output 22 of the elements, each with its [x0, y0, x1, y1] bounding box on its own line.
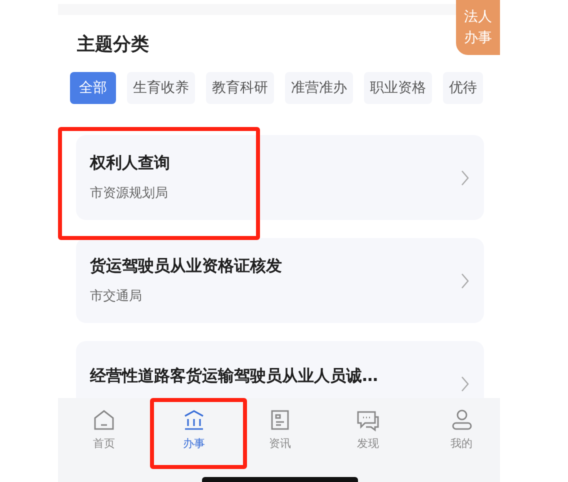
service-title: 经营性道路客货运输驾驶员从业人员诚… [90, 366, 379, 387]
section-title: 主题分类 [77, 33, 149, 57]
category-chip[interactable]: 准营准办 [285, 72, 353, 104]
service-title: 货运驾驶员从业资格证核发 [90, 256, 283, 277]
tab[interactable]: 办事 [150, 398, 247, 474]
user-icon [450, 408, 474, 432]
category-chip[interactable]: 优待 [443, 72, 483, 104]
service-card[interactable]: 经营性道路客货运输驾驶员从业人员诚… [76, 341, 484, 398]
service-card[interactable]: 货运驾驶员从业资格证核发 市交通局 [76, 238, 484, 323]
category-chip[interactable]: 教育科研 [206, 72, 274, 104]
home-icon [92, 408, 116, 432]
category-chip[interactable]: 全部 [70, 72, 116, 104]
service-title: 权利人查询 [90, 153, 171, 174]
chevron-icon [460, 272, 470, 290]
chevron-icon [460, 374, 470, 392]
category-chip[interactable]: 职业资格 [364, 72, 432, 104]
bank-icon [182, 408, 206, 432]
service-card[interactable]: 权利人查询 市资源规划局 [76, 135, 484, 220]
chevron-icon [460, 168, 470, 186]
department: 市资源规划局 [90, 185, 169, 202]
category-chip[interactable]: 生育收养 [127, 72, 195, 104]
department: 市交通局 [90, 288, 143, 305]
